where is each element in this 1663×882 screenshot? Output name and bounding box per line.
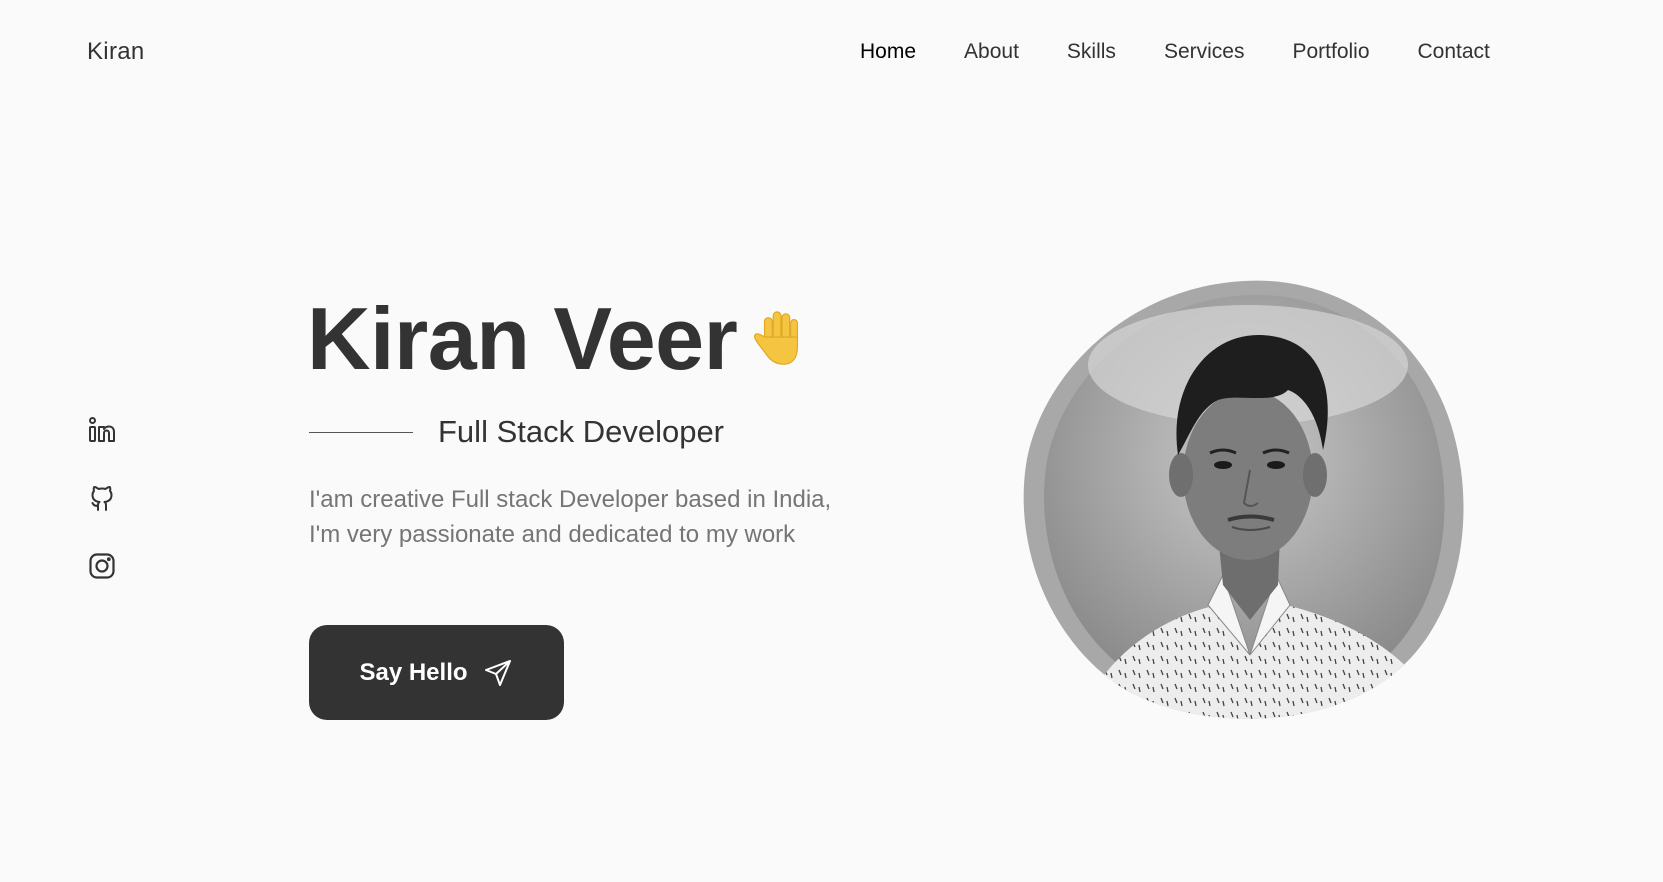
nav-contact[interactable]: Contact [1418,40,1490,64]
linkedin-icon[interactable] [87,415,117,445]
hero-title: Kiran Veer [307,295,811,383]
github-icon[interactable] [87,483,117,513]
main-nav: Home About Skills Services Portfolio Con… [860,40,1538,64]
waving-hand-icon [754,311,799,365]
description-line-1: I'am creative Full stack Developer based… [309,486,832,513]
site-logo[interactable]: Kiran [87,38,145,66]
say-hello-label: Say Hello [359,658,468,686]
say-hello-button[interactable]: Say Hello [309,625,564,720]
nav-services[interactable]: Services [1164,40,1245,64]
nav-portfolio[interactable]: Portfolio [1292,40,1369,64]
nav-about[interactable]: About [964,40,1019,64]
hero-name: Kiran Veer [307,289,738,388]
page: Kiran Home About Skills Services Portfol… [0,0,1663,882]
hero-subtitle: Full Stack Developer [438,414,725,449]
send-icon [484,659,511,686]
nav-skills[interactable]: Skills [1067,40,1116,64]
social-links [87,415,117,581]
subtitle-divider [309,431,413,433]
description-line-2: I'm very passionate and dedicated to my … [309,521,796,548]
subtitle-row: Full Stack Developer [309,414,724,450]
nav-home[interactable]: Home [860,40,916,64]
profile-photo [1023,280,1464,719]
hero-description: I'am creative Full stack Developer based… [309,482,909,552]
instagram-icon[interactable] [87,551,117,581]
